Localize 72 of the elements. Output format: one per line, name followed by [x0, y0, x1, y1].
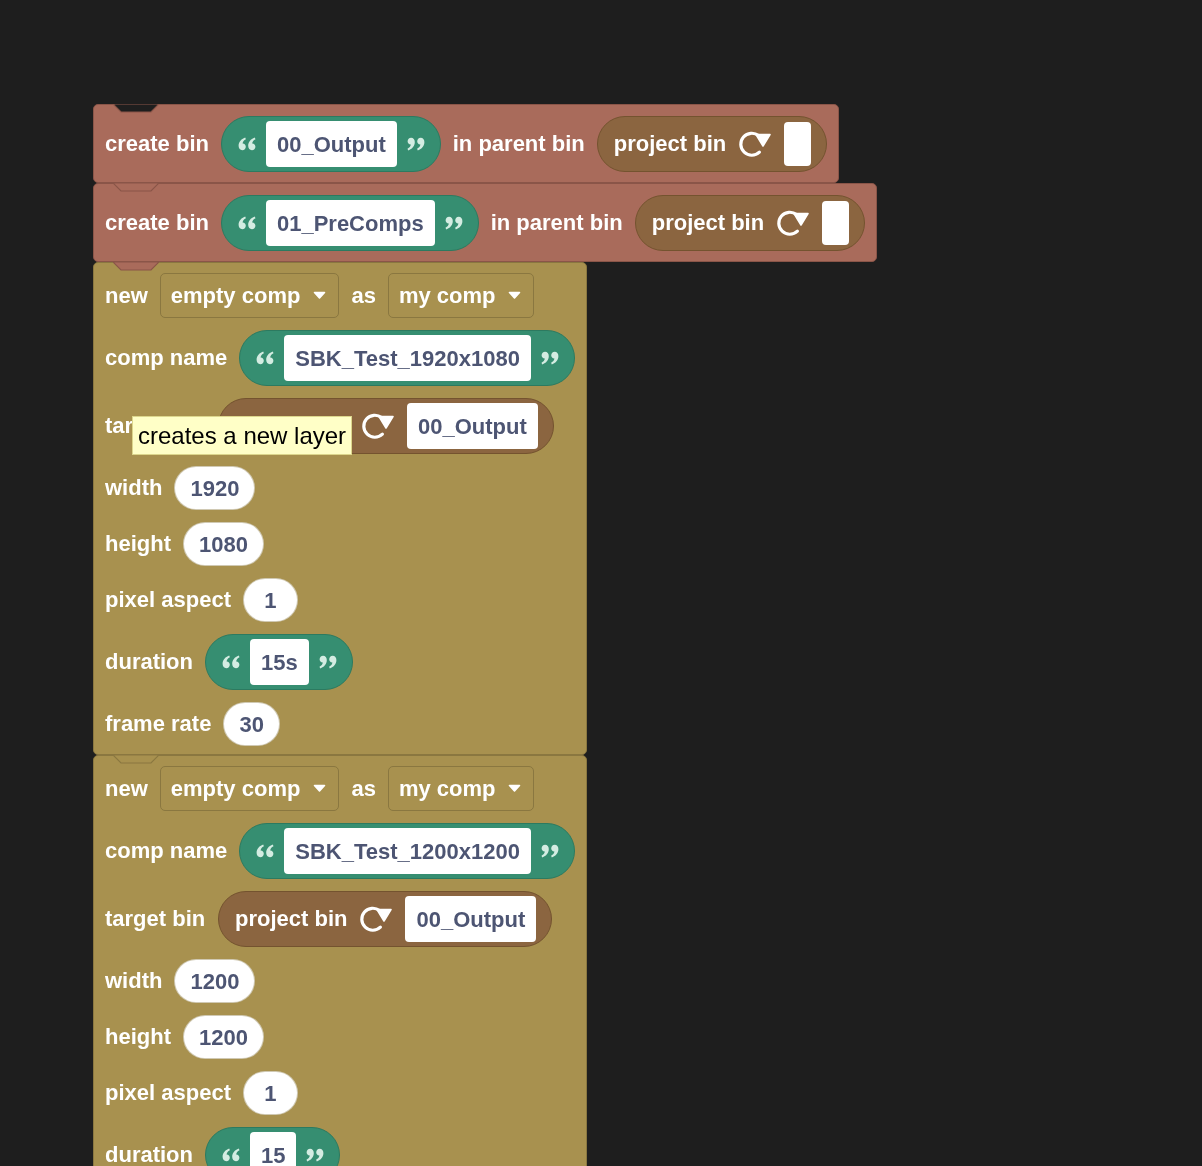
input-field[interactable]	[822, 201, 850, 245]
bin-reporter-block[interactable]: project bin	[596, 116, 828, 172]
text-block[interactable]: SBK_Test_1920x1080	[239, 330, 575, 386]
open-quote-icon	[222, 1148, 240, 1162]
text-block[interactable]: 15s	[205, 634, 353, 690]
close-quote-icon	[444, 216, 463, 230]
reporter-label: project bin	[651, 210, 765, 236]
close-quote-icon	[406, 137, 425, 151]
block-label: as	[351, 775, 376, 802]
number-field[interactable]: 1920	[174, 466, 256, 510]
text-field[interactable]: 15s	[250, 639, 309, 685]
text-block[interactable]: 00_Output	[220, 116, 441, 172]
reporter-label: project bin	[235, 906, 348, 932]
new-comp-block[interactable]: new empty comp as my comp comp name SBK_Test_1200x1200 target bin project bin 00_Output width 1200 height 1200 pixel aspect 1 duration 15	[93, 755, 587, 1166]
open-quote-icon	[256, 351, 275, 365]
text-field[interactable]: 00_Output	[405, 896, 537, 942]
block-label: tar	[105, 413, 134, 439]
block-label: duration	[105, 649, 193, 675]
text-field[interactable]: SBK_Test_1200x1200	[284, 828, 531, 874]
open-quote-icon	[237, 137, 256, 151]
caret-icon	[313, 784, 327, 793]
text-field[interactable]: 15	[250, 1132, 297, 1166]
bin-reporter-block[interactable]: project bin	[634, 195, 866, 251]
caret-icon	[508, 784, 522, 793]
tooltip: creates a new layer	[132, 416, 353, 455]
block-label: new	[105, 775, 148, 802]
text-field[interactable]: 00_Output	[407, 403, 538, 449]
text-block[interactable]: SBK_Test_1200x1200	[239, 823, 575, 879]
connector-tab	[113, 262, 159, 271]
reporter-label: project bin	[613, 131, 727, 157]
block-label: height	[105, 1024, 171, 1050]
bin-reporter-block[interactable]: project bin 00_Output	[218, 891, 553, 947]
number-field[interactable]: 1200	[174, 959, 256, 1003]
text-block[interactable]: 15	[205, 1127, 341, 1166]
block-label: width	[105, 475, 163, 501]
block-label: duration	[105, 1142, 193, 1166]
number-field[interactable]: 1200	[183, 1015, 264, 1059]
block-label: in parent bin	[452, 131, 585, 157]
input-field[interactable]	[784, 122, 812, 166]
close-quote-icon	[318, 655, 337, 669]
block-label: in parent bin	[490, 210, 623, 236]
block-label: comp name	[105, 838, 228, 864]
close-quote-icon	[540, 844, 559, 858]
block-label: width	[105, 968, 163, 994]
block-label: as	[351, 282, 376, 309]
caret-icon	[508, 291, 522, 300]
block-label: create bin	[105, 210, 209, 236]
number-field[interactable]: 1080	[183, 522, 264, 566]
open-quote-icon	[237, 216, 256, 230]
connector-tab	[113, 183, 159, 192]
connector-notch	[113, 104, 159, 113]
block-label: pixel aspect	[105, 1080, 231, 1106]
open-quote-icon	[256, 844, 275, 858]
block-label: target bin	[105, 906, 206, 932]
close-quote-icon	[540, 351, 559, 365]
block-label: new	[105, 282, 148, 309]
block-label: pixel aspect	[105, 587, 231, 613]
block-label: frame rate	[105, 711, 212, 737]
number-field[interactable]: 1	[242, 578, 298, 622]
text-field[interactable]: 01_PreComps	[265, 200, 435, 246]
text-field[interactable]: 00_Output	[265, 121, 397, 167]
text-block[interactable]: 01_PreComps	[220, 195, 479, 251]
text-field[interactable]: SBK_Test_1920x1080	[284, 335, 531, 381]
close-quote-icon	[306, 1148, 325, 1162]
number-field[interactable]: 1	[242, 1071, 298, 1115]
open-quote-icon	[222, 655, 240, 669]
block-label: comp name	[105, 345, 228, 371]
number-field[interactable]: 30	[223, 702, 280, 746]
connector-tab	[113, 755, 159, 764]
block-label: height	[105, 531, 171, 557]
block-label: create bin	[105, 131, 209, 157]
caret-icon	[313, 291, 327, 300]
